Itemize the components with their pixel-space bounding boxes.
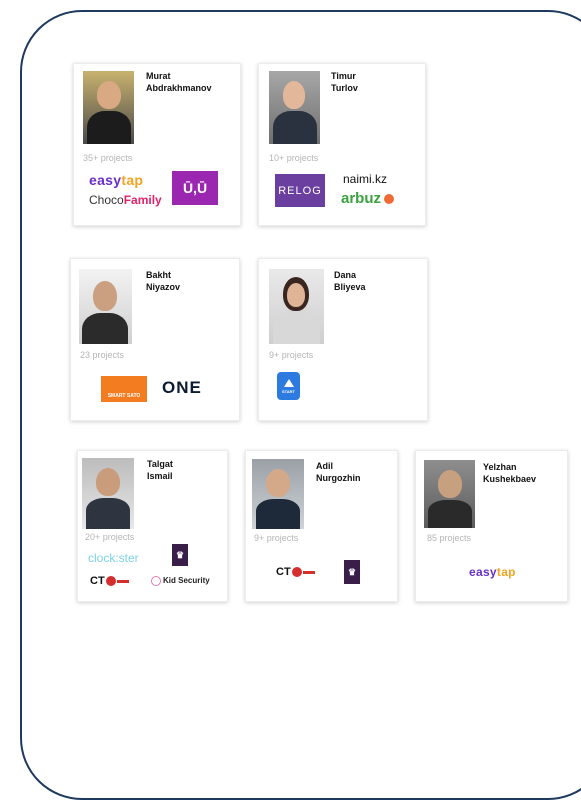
ctogram-logo: CT <box>276 566 315 578</box>
projects-count: 85 projects <box>427 533 472 543</box>
person-card-murat[interactable]: Murat Abdrakhmanov 35+ projects easytap C… <box>73 63 241 226</box>
person-name: Yelzhan Kushekbaev <box>483 462 537 484</box>
projects-count: 20+ projects <box>85 532 135 542</box>
crown-badge-logo: ♛ <box>172 544 188 566</box>
person-card-bakht[interactable]: Bakht Niyazov 23 projects SMART SATO ONE <box>70 258 240 421</box>
person-card-adil[interactable]: Adil Nurgozhin 9+ projects CT ♛ <box>245 450 398 602</box>
person-card-dana[interactable]: Dana Bliyeva 9+ projects START <box>258 258 428 421</box>
avatar-photo <box>82 458 134 529</box>
avatar-photo <box>269 71 320 144</box>
person-card-timur[interactable]: Timur Turlov 10+ projects RELOG naimi.kz … <box>258 63 426 226</box>
person-name: Dana Bliyeva <box>334 270 366 292</box>
easytap-logo: easytap <box>89 172 144 188</box>
app-logo: START <box>277 372 300 400</box>
person-name: Adil Nurgozhin <box>316 461 361 483</box>
avatar-photo <box>424 460 475 528</box>
avatar-photo <box>269 269 324 344</box>
projects-count: 10+ projects <box>269 153 319 163</box>
person-name: Murat Abdrakhmanov <box>146 71 212 93</box>
projects-count: 23 projects <box>80 350 125 360</box>
chocofamily-logo: ChocoFamily <box>89 193 162 207</box>
avatar-photo <box>83 71 134 144</box>
projects-count: 9+ projects <box>254 533 299 543</box>
naimi-logo: naimi.kz <box>343 172 388 186</box>
person-card-talgat[interactable]: Talgat Ismail 20+ projects clock:ster ♛ C… <box>77 450 228 602</box>
avatar-photo <box>79 269 132 344</box>
person-name: Bakht Niyazov <box>146 270 181 292</box>
projects-count: 9+ projects <box>269 350 314 360</box>
crown-badge-logo: ♛ <box>344 560 360 584</box>
smart-sato-logo: SMART SATO <box>101 376 147 402</box>
easytap-logo: easytap <box>469 565 516 579</box>
projects-count: 35+ projects <box>83 153 133 163</box>
ctogram-logo: CT <box>90 575 129 587</box>
avatar-photo <box>252 459 304 529</box>
person-name: Talgat Ismail <box>147 459 173 481</box>
clockster-logo: clock:ster <box>88 551 139 565</box>
arbuz-logo: arbuz <box>341 190 395 207</box>
uu-logo: Ū,Ū <box>172 171 218 205</box>
one-logo: ONE <box>162 378 202 397</box>
person-name: Timur Turlov <box>331 71 358 93</box>
relog-logo: RELOG <box>275 174 325 207</box>
kid-security-logo: Kid Security <box>151 576 210 586</box>
person-card-yelzhan[interactable]: Yelzhan Kushekbaev 85 projects easytap <box>415 450 568 602</box>
